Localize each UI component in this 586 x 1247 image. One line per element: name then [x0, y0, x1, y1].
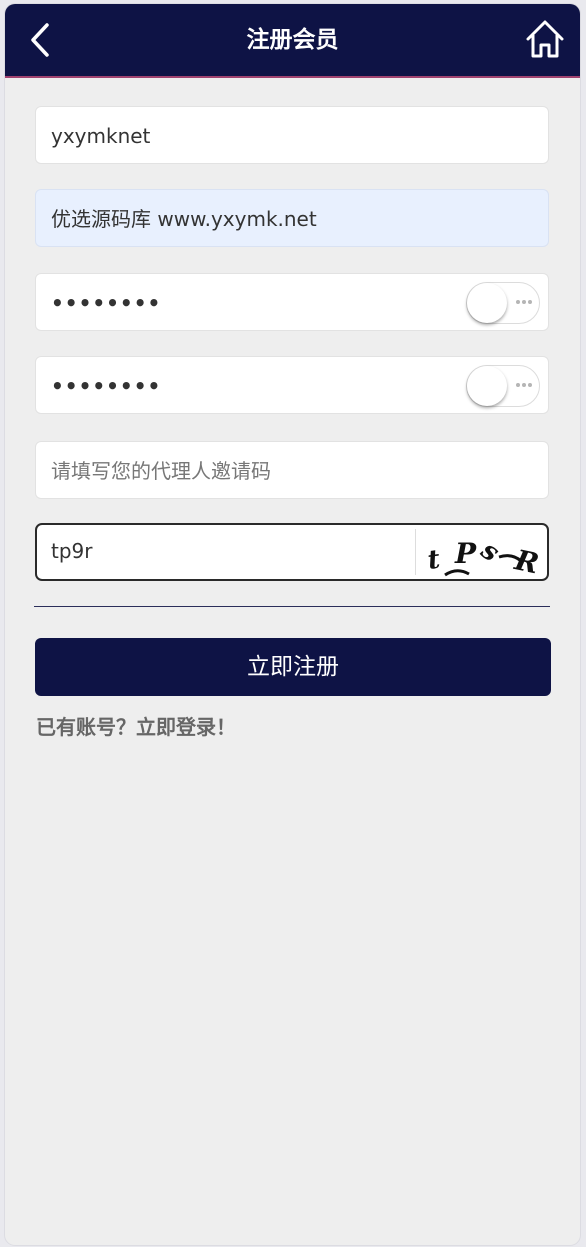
svg-text:R: R: [511, 543, 542, 577]
home-button[interactable]: [525, 18, 565, 60]
svg-text:t: t: [426, 545, 442, 576]
username-field[interactable]: yxymknet: [35, 106, 549, 164]
form-divider: [34, 606, 550, 607]
app-frame: 注册会员 yxymknet 优选源码库 www.yxymk.net ••••••…: [5, 4, 580, 1245]
invite-code-field[interactable]: 请填写您的代理人邀请码: [35, 441, 549, 499]
password-visibility-toggle[interactable]: [466, 282, 540, 324]
password-value: ••••••••: [51, 291, 162, 315]
password-field[interactable]: ••••••••: [35, 273, 549, 331]
captcha-field[interactable]: tp9r t P s R: [35, 523, 549, 581]
captcha-image[interactable]: t P s R: [417, 527, 549, 577]
toggle-knob: [467, 283, 507, 323]
invite-code-placeholder: 请填写您的代理人邀请码: [51, 459, 271, 483]
captcha-value: tp9r: [51, 539, 93, 563]
captcha-separator: [415, 529, 416, 575]
toggle-knob: [467, 366, 507, 406]
username-value: yxymknet: [51, 124, 151, 148]
confirm-password-value: ••••••••: [51, 374, 162, 398]
home-icon: [526, 20, 564, 58]
register-button[interactable]: 立即注册: [35, 638, 551, 696]
header-bar: 注册会员: [5, 4, 580, 78]
page-title: 注册会员: [246, 27, 339, 53]
svg-text:s: s: [475, 535, 505, 569]
more-dots-icon: [516, 300, 532, 304]
svg-text:P: P: [454, 537, 477, 570]
confirm-password-visibility-toggle[interactable]: [466, 365, 540, 407]
nickname-field[interactable]: 优选源码库 www.yxymk.net: [35, 189, 549, 247]
more-dots-icon: [516, 383, 532, 387]
login-link[interactable]: 已有账号？立即登录！: [36, 714, 236, 740]
nickname-value: 优选源码库 www.yxymk.net: [51, 207, 317, 231]
confirm-password-field[interactable]: ••••••••: [35, 356, 549, 414]
